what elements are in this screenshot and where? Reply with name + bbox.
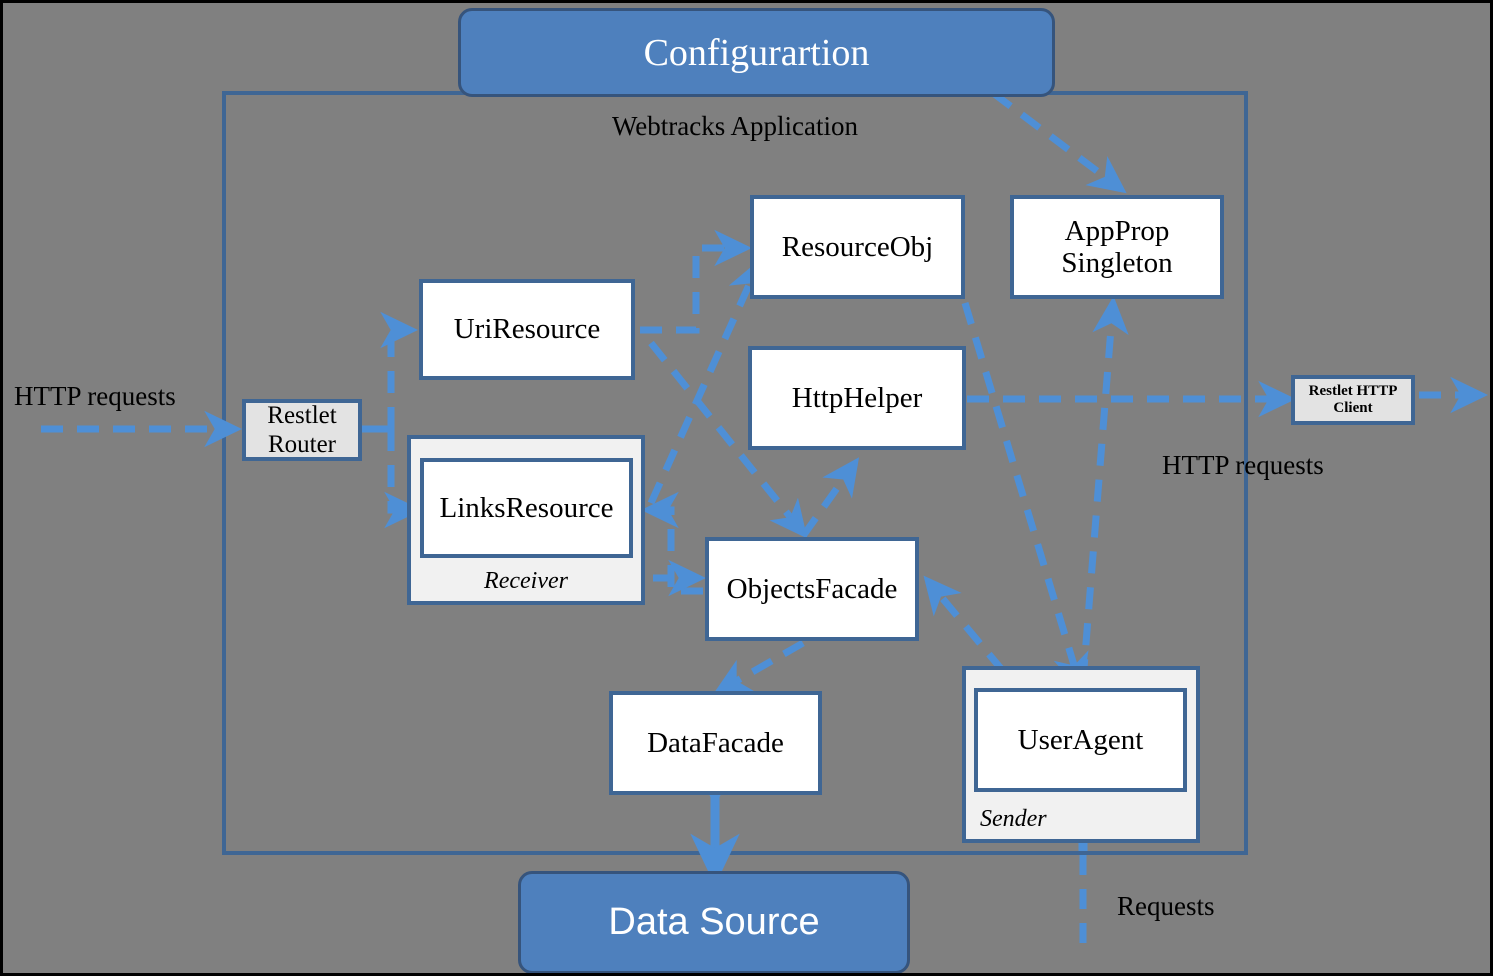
sender-group-label: Sender bbox=[980, 806, 1047, 832]
linksresource-label: LinksResource bbox=[439, 491, 614, 524]
configuration-label: Configurartion bbox=[643, 31, 870, 74]
restlet-router-label-line1: Restlet bbox=[267, 402, 337, 429]
objectsfacade-label: ObjectsFacade bbox=[726, 572, 898, 605]
appprop-singleton-label-line1: AppProp bbox=[1064, 214, 1170, 247]
receiver-group-label: Receiver bbox=[484, 568, 568, 594]
configuration-node[interactable]: Configurartion bbox=[458, 8, 1055, 97]
data-source-label: Data Source bbox=[608, 901, 820, 943]
restlet-router-node[interactable]: Restlet Router bbox=[242, 399, 362, 461]
requests-label: Requests bbox=[1117, 891, 1215, 921]
restlet-http-client-node[interactable]: Restlet HTTP Client bbox=[1291, 375, 1415, 425]
restlet-http-client-label-line2: Client bbox=[1333, 400, 1373, 416]
useragent-label: UserAgent bbox=[1017, 723, 1144, 756]
uriresource-label: UriResource bbox=[453, 313, 601, 346]
useragent-node[interactable]: UserAgent bbox=[974, 688, 1187, 792]
resourceobj-label: ResourceObj bbox=[781, 230, 934, 263]
linksresource-node[interactable]: LinksResource bbox=[420, 458, 633, 558]
diagram-canvas: Webtracks Application Configurartion Dat… bbox=[0, 0, 1493, 976]
resourceobj-node[interactable]: ResourceObj bbox=[750, 195, 965, 299]
datafacade-node[interactable]: DataFacade bbox=[609, 691, 822, 795]
appprop-singleton-label-line2: Singleton bbox=[1061, 247, 1173, 279]
page-title: Webtracks Application bbox=[611, 111, 858, 141]
uriresource-node[interactable]: UriResource bbox=[419, 279, 635, 380]
appprop-singleton-node[interactable]: AppProp Singleton bbox=[1010, 195, 1224, 299]
httphelper-node[interactable]: HttpHelper bbox=[748, 346, 966, 450]
objectsfacade-node[interactable]: ObjectsFacade bbox=[705, 537, 919, 641]
restlet-router-label-line2: Router bbox=[267, 431, 337, 458]
datafacade-label: DataFacade bbox=[647, 726, 784, 759]
restlet-http-client-label-line1: Restlet HTTP bbox=[1308, 382, 1398, 399]
data-source-node[interactable]: Data Source bbox=[518, 871, 910, 973]
http-requests-out-label: HTTP requests bbox=[1162, 450, 1324, 480]
httphelper-label: HttpHelper bbox=[791, 381, 923, 414]
http-requests-in-label: HTTP requests bbox=[14, 381, 176, 411]
